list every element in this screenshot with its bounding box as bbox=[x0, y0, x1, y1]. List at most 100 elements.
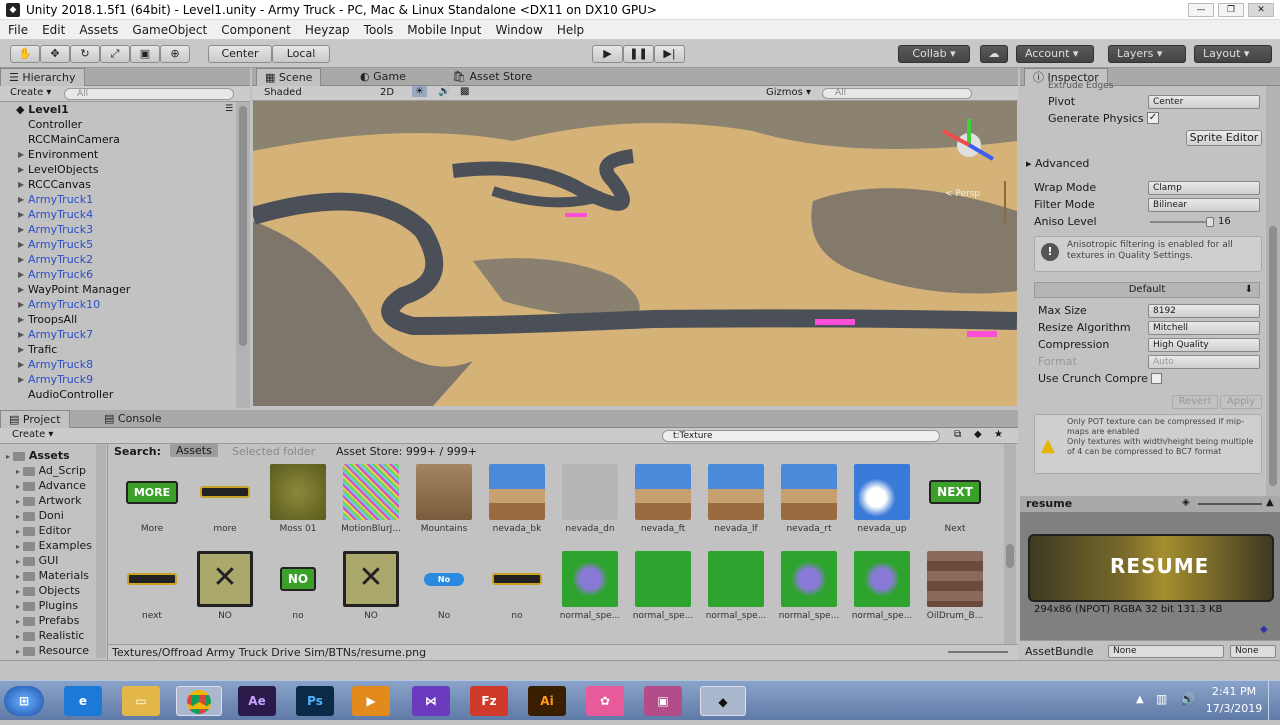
project-folder[interactable]: ▸ Ad_Scrip bbox=[16, 463, 86, 478]
media-player-icon[interactable]: ▶ bbox=[352, 686, 390, 716]
menu-assets[interactable]: Assets bbox=[79, 23, 118, 37]
expand-arrow-icon[interactable]: ▶ bbox=[18, 360, 24, 369]
layout-dropdown[interactable]: Layout ▾ bbox=[1194, 45, 1272, 63]
folder-expand-icon[interactable]: ▸ bbox=[16, 647, 23, 656]
expand-arrow-icon[interactable]: ▶ bbox=[18, 345, 24, 354]
filter-label-icon[interactable]: ◆ bbox=[974, 429, 982, 440]
hierarchy-item[interactable]: ArmyTruck7 bbox=[28, 327, 93, 342]
asset-tile[interactable]: normal_spe... bbox=[627, 551, 699, 621]
platform-default-tab[interactable]: Default ⬇ bbox=[1034, 282, 1260, 298]
expand-arrow-icon[interactable]: ▶ bbox=[18, 180, 24, 189]
unity-taskbar-icon[interactable]: ◆ bbox=[700, 686, 746, 716]
close-button[interactable]: ✕ bbox=[1248, 3, 1274, 17]
hierarchy-scrollbar[interactable] bbox=[236, 102, 250, 408]
hierarchy-item[interactable]: WayPoint Manager bbox=[28, 282, 130, 297]
folder-expand-icon[interactable]: ▸ bbox=[16, 632, 23, 641]
2d-toggle[interactable]: 2D bbox=[380, 87, 394, 98]
tray-expand-icon[interactable]: ▲ bbox=[1136, 694, 1144, 705]
menu-heyzap[interactable]: Heyzap bbox=[305, 23, 350, 37]
tab-game[interactable]: ◐ Game bbox=[352, 68, 414, 86]
sprite-editor-button[interactable]: Sprite Editor bbox=[1186, 130, 1262, 146]
pinwheel-app-icon[interactable]: ✿ bbox=[586, 686, 624, 716]
folder-expand-icon[interactable]: ▸ bbox=[6, 452, 13, 461]
menu-tools[interactable]: Tools bbox=[364, 23, 394, 37]
expand-arrow-icon[interactable]: ▶ bbox=[18, 375, 24, 384]
lighting-toggle-icon[interactable]: ☀ bbox=[412, 86, 427, 97]
hierarchy-item[interactable]: RCCCanvas bbox=[28, 177, 91, 192]
rect-tool-icon[interactable]: ▣ bbox=[130, 45, 160, 63]
folder-expand-icon[interactable]: ▸ bbox=[16, 527, 23, 536]
inspector-scrollbar[interactable] bbox=[1266, 86, 1280, 496]
persp-label[interactable]: < Persp bbox=[945, 189, 980, 199]
asset-tile[interactable]: more bbox=[189, 464, 261, 534]
asset-tile[interactable]: MotionBlurJ... bbox=[335, 464, 407, 534]
menu-window[interactable]: Window bbox=[495, 23, 542, 37]
expand-arrow-icon[interactable]: ▶ bbox=[18, 330, 24, 339]
after-effects-icon[interactable]: Ae bbox=[238, 686, 276, 716]
layers-dropdown[interactable]: Layers ▾ bbox=[1108, 45, 1186, 63]
hierarchy-item[interactable]: AudioController bbox=[28, 387, 113, 402]
expand-arrow-icon[interactable]: ▶ bbox=[18, 315, 24, 324]
project-tree-scrollbar[interactable] bbox=[96, 444, 106, 658]
folder-expand-icon[interactable]: ▸ bbox=[16, 512, 23, 521]
hierarchy-item[interactable]: ArmyTruck4 bbox=[28, 207, 93, 222]
expand-arrow-icon[interactable]: ▶ bbox=[18, 210, 24, 219]
expand-arrow-icon[interactable]: ▶ bbox=[18, 165, 24, 174]
filter-mode-dropdown[interactable]: Bilinear bbox=[1148, 198, 1260, 212]
hierarchy-item[interactable]: ArmyTruck9 bbox=[28, 372, 93, 387]
pivot-dropdown[interactable]: Center bbox=[1148, 95, 1260, 109]
aniso-level-value[interactable]: 16 bbox=[1218, 214, 1231, 230]
asset-tile[interactable]: normal_spe... bbox=[554, 551, 626, 621]
illustrator-icon[interactable]: Ai bbox=[528, 686, 566, 716]
hierarchy-item[interactable]: Controller bbox=[28, 117, 82, 132]
chrome-icon[interactable] bbox=[176, 686, 222, 716]
asset-tile[interactable]: Mountains bbox=[408, 464, 480, 534]
menu-gameobject[interactable]: GameObject bbox=[132, 23, 207, 37]
scene-view[interactable]: < Persp bbox=[253, 101, 1017, 406]
clock-date[interactable]: 17/3/2019 bbox=[1204, 702, 1264, 715]
hierarchy-item[interactable]: ArmyTruck1 bbox=[28, 192, 93, 207]
rgb-channel-icon[interactable]: ◈ bbox=[1182, 497, 1190, 508]
resize-algorithm-dropdown[interactable]: Mitchell bbox=[1148, 321, 1260, 335]
mip-slider[interactable] bbox=[1198, 503, 1262, 505]
internet-explorer-icon[interactable]: e bbox=[64, 686, 102, 716]
expand-arrow-icon[interactable]: ▶ bbox=[18, 255, 24, 264]
hierarchy-item[interactable]: ArmyTruck3 bbox=[28, 222, 93, 237]
pause-button[interactable]: ❚❚ bbox=[623, 45, 654, 63]
expand-arrow-icon[interactable]: ▶ bbox=[18, 225, 24, 234]
revert-button[interactable]: Revert bbox=[1172, 395, 1218, 409]
asset-tile[interactable]: ✕ NO bbox=[335, 551, 407, 621]
folder-expand-icon[interactable]: ▸ bbox=[16, 602, 23, 611]
effects-toggle-icon[interactable]: ▩ bbox=[460, 86, 469, 97]
hierarchy-item[interactable]: ArmyTruck8 bbox=[28, 357, 93, 372]
project-root-folder[interactable]: ▸ Assets bbox=[6, 448, 70, 463]
search-scope-asset-store[interactable]: Asset Store: 999+ / 999+ bbox=[336, 445, 477, 458]
project-folder[interactable]: ▸ GUI bbox=[16, 553, 58, 568]
hierarchy-item[interactable]: RCCMainCamera bbox=[28, 132, 120, 147]
scene-root[interactable]: ◆ Level1 bbox=[16, 103, 69, 116]
crunch-checkbox[interactable] bbox=[1151, 373, 1162, 384]
folder-expand-icon[interactable]: ▸ bbox=[16, 587, 23, 596]
hierarchy-item[interactable]: ArmyTruck5 bbox=[28, 237, 93, 252]
folder-expand-icon[interactable]: ▸ bbox=[16, 617, 23, 626]
asset-tile[interactable]: nevada_rt bbox=[773, 464, 845, 534]
gizmos-dropdown[interactable]: Gizmos ▾ bbox=[766, 87, 811, 98]
menu-edit[interactable]: Edit bbox=[42, 23, 65, 37]
asset-tile[interactable]: ✕ NO bbox=[189, 551, 261, 621]
tab-console[interactable]: ▤ Console bbox=[96, 410, 170, 428]
menu-file[interactable]: File bbox=[8, 23, 28, 37]
menu-component[interactable]: Component bbox=[221, 23, 291, 37]
asset-tile[interactable]: no bbox=[481, 551, 553, 621]
project-folder[interactable]: ▸ Prefabs bbox=[16, 613, 79, 628]
asset-tile[interactable]: nevada_ft bbox=[627, 464, 699, 534]
search-scope-selected-folder[interactable]: Selected folder bbox=[232, 445, 315, 458]
minimize-button[interactable]: — bbox=[1188, 3, 1214, 17]
play-button[interactable]: ▶ bbox=[592, 45, 623, 63]
asset-tile[interactable]: normal_spe... bbox=[846, 551, 918, 621]
expand-arrow-icon[interactable]: ▶ bbox=[18, 270, 24, 279]
asset-tile[interactable]: No No bbox=[408, 551, 480, 621]
start-button-icon[interactable]: ⊞ bbox=[4, 686, 44, 716]
folder-expand-icon[interactable]: ▸ bbox=[16, 557, 23, 566]
project-folder[interactable]: ▸ Advance bbox=[16, 478, 86, 493]
folder-expand-icon[interactable]: ▸ bbox=[16, 482, 23, 491]
